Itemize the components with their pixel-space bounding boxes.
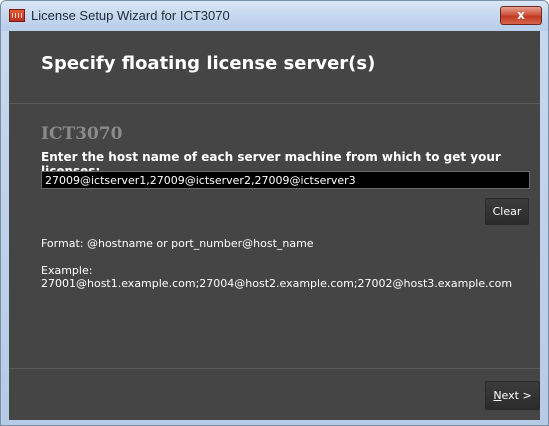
example-value: 27001@host1.example.com;27004@host2.exam…: [41, 277, 513, 290]
footer-divider: [9, 368, 540, 369]
wizard-window: License Setup Wizard for ICT3070 x Speci…: [0, 0, 549, 426]
close-button[interactable]: x: [500, 6, 542, 25]
window-title: License Setup Wizard for ICT3070: [31, 8, 230, 23]
next-button[interactable]: Next >: [485, 381, 540, 410]
close-icon: x: [517, 8, 525, 22]
title-bar[interactable]: License Setup Wizard for ICT3070 x: [1, 1, 548, 31]
next-label: ext >: [501, 389, 532, 402]
wizard-content: Specify floating license server(s) ICT30…: [9, 31, 540, 420]
format-hint: Format: @hostname or port_number@host_na…: [41, 237, 314, 250]
page-title: Specify floating license server(s): [41, 53, 376, 74]
license-server-input[interactable]: [41, 171, 530, 189]
next-mnemonic: N: [493, 389, 502, 402]
section-title: ICT3070: [41, 124, 123, 144]
example-label: Example:: [41, 264, 93, 277]
app-icon: [9, 9, 25, 22]
clear-button[interactable]: Clear: [485, 198, 529, 225]
header-divider: [9, 103, 540, 104]
